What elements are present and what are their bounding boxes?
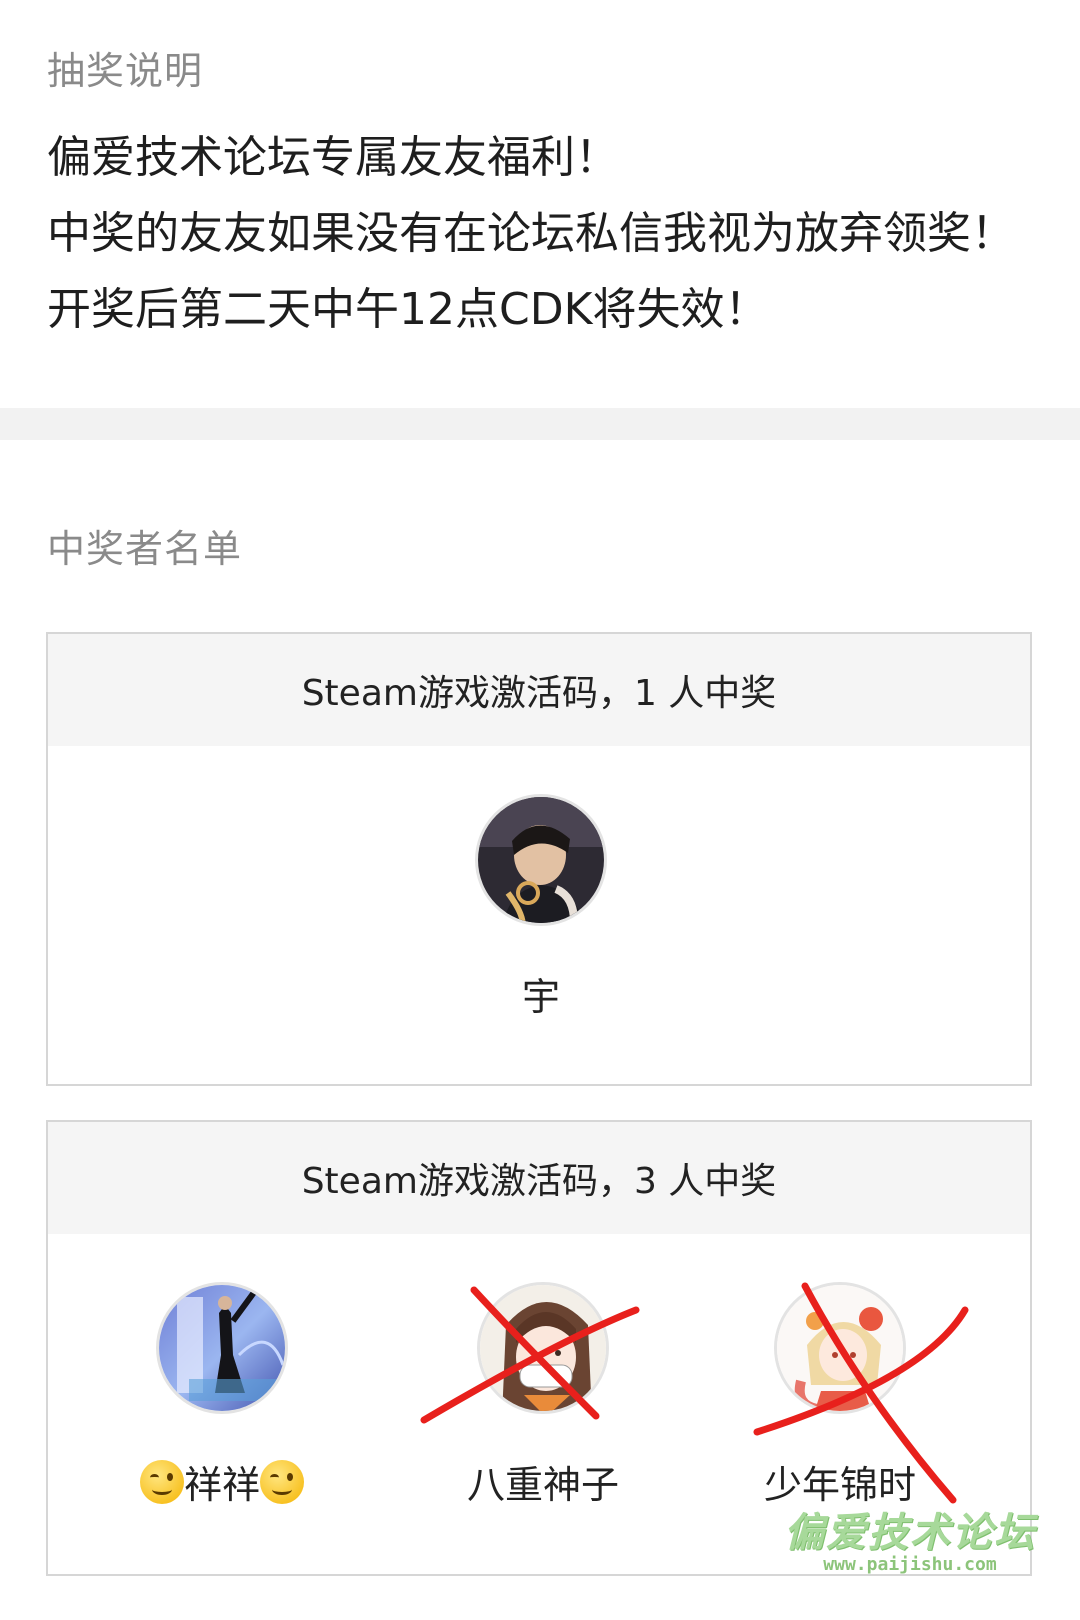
avatar-image — [159, 1285, 285, 1411]
anime-character-avatar[interactable] — [477, 1282, 609, 1414]
wink-emoji-icon — [260, 1459, 304, 1504]
winner-item[interactable]: 宇 — [391, 794, 691, 1021]
winner-item[interactable]: 祥祥 — [72, 1282, 372, 1509]
wink-emoji-icon — [139, 1459, 184, 1504]
winners-list-title: 中奖者名单 — [47, 527, 243, 571]
winner-item[interactable]: 八重神子 — [393, 1282, 693, 1509]
site-watermark: 偏爱技术论坛 www.paijishu.com — [760, 1500, 1060, 1575]
winner-name: 宇 — [521, 975, 560, 1019]
avatar-image — [777, 1285, 903, 1411]
concert-photo-avatar[interactable] — [156, 1282, 288, 1414]
avatar-image — [480, 1285, 606, 1411]
prize-header: Steam游戏激活码，1 人中奖 — [48, 634, 1030, 746]
lottery-info-text: 偏爱技术论坛专属友友福利！ 中奖的友友如果没有在论坛私信我视为放弃领奖！ 开奖后… — [47, 128, 1057, 356]
user-photo-avatar[interactable] — [475, 794, 607, 926]
winner-name: 祥祥 — [72, 1454, 372, 1509]
watermark-logo-text: 偏爱技术论坛 — [784, 1510, 1036, 1556]
avatar-image — [478, 797, 604, 923]
winner-item[interactable]: 少年锦时 — [690, 1282, 990, 1509]
prize-header: Steam游戏激活码，3 人中奖 — [48, 1122, 1030, 1234]
section-divider — [0, 408, 1080, 440]
anime-girl-avatar[interactable] — [774, 1282, 906, 1414]
lottery-info-line: 偏爱技术论坛专属友友福利！ — [47, 132, 619, 183]
lottery-info-line: 中奖的友友如果没有在论坛私信我视为放弃领奖！ — [47, 208, 1015, 259]
lottery-info-line: 开奖后第二天中午12点CDK将失效！ — [47, 284, 769, 335]
prize-card-1: Steam游戏激活码，1 人中奖 宇 — [46, 632, 1032, 1086]
winner-name: 八重神子 — [466, 1463, 619, 1507]
lottery-info-title: 抽奖说明 — [47, 49, 204, 93]
